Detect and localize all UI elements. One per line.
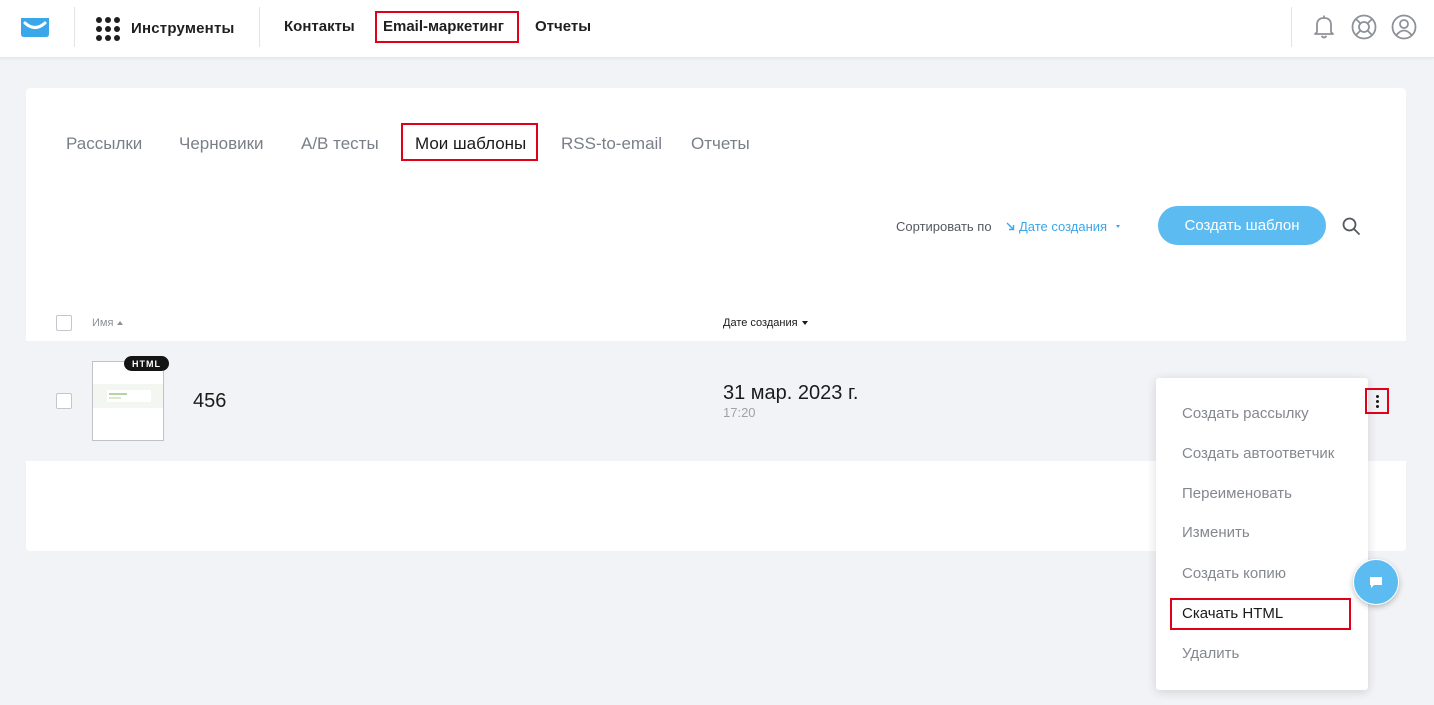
divider [259,7,260,47]
select-all-checkbox[interactable] [56,315,72,331]
row-actions-kebab-button[interactable] [1365,388,1389,414]
sort-direction-icon [1006,222,1015,231]
row-checkbox[interactable] [56,393,72,409]
tab-rss-to-email[interactable]: RSS-to-email [561,134,662,154]
highlight-download-html [1170,598,1351,630]
menu-item-duplicate[interactable]: Создать копию [1182,565,1286,582]
menu-item-create-newsletter[interactable]: Создать рассылку [1182,405,1309,422]
user-profile-icon[interactable] [1390,13,1418,41]
notifications-bell-icon[interactable] [1310,13,1338,41]
tab-reports[interactable]: Отчеты [691,134,750,154]
help-lifebuoy-icon[interactable] [1350,13,1378,41]
apps-grid-icon [95,16,120,41]
top-navigation-bar: Инструменты Контакты Email-маркетинг Отч… [0,0,1434,58]
create-template-button[interactable]: Создать шаблон [1158,206,1326,245]
search-icon[interactable] [1341,216,1361,236]
chat-support-button[interactable] [1353,559,1399,605]
sort-asc-icon [117,321,124,325]
menu-item-delete[interactable]: Удалить [1182,645,1239,662]
nav-reports[interactable]: Отчеты [535,18,591,35]
tab-drafts[interactable]: Черновики [179,134,264,154]
tab-ab-tests[interactable]: A/B тесты [301,134,379,154]
column-header-created-date[interactable]: Дате создания [723,317,809,329]
template-created-time: 17:20 [723,405,756,420]
sort-dropdown-value: Дате создания [1019,219,1108,234]
template-name[interactable]: 456 [193,390,226,413]
menu-item-rename[interactable]: Переименовать [1182,485,1292,502]
tools-menu-button[interactable]: Инструменты [95,16,235,41]
sort-desc-icon [801,321,808,325]
nav-contacts[interactable]: Контакты [284,18,355,35]
sort-label: Сортировать по [896,219,992,234]
menu-item-create-autoresponder[interactable]: Создать автоответчик [1182,445,1334,462]
app-logo-icon[interactable] [20,16,50,38]
sort-dropdown[interactable]: Дате создания [1006,219,1125,234]
divider [74,7,75,47]
divider [1291,7,1292,47]
menu-item-edit[interactable]: Изменить [1182,524,1250,541]
chevron-down-icon [1116,224,1121,228]
highlight-my-templates [401,123,538,161]
chat-bubble-icon [1370,577,1382,588]
column-header-name[interactable]: Имя [92,317,124,329]
tools-menu-label: Инструменты [131,19,235,37]
highlight-email-marketing [375,11,519,43]
template-created-date: 31 мар. 2023 г. [723,382,859,404]
template-thumbnail[interactable] [92,361,164,441]
html-badge: HTML [124,356,169,371]
tab-newsletters[interactable]: Рассылки [66,134,142,154]
